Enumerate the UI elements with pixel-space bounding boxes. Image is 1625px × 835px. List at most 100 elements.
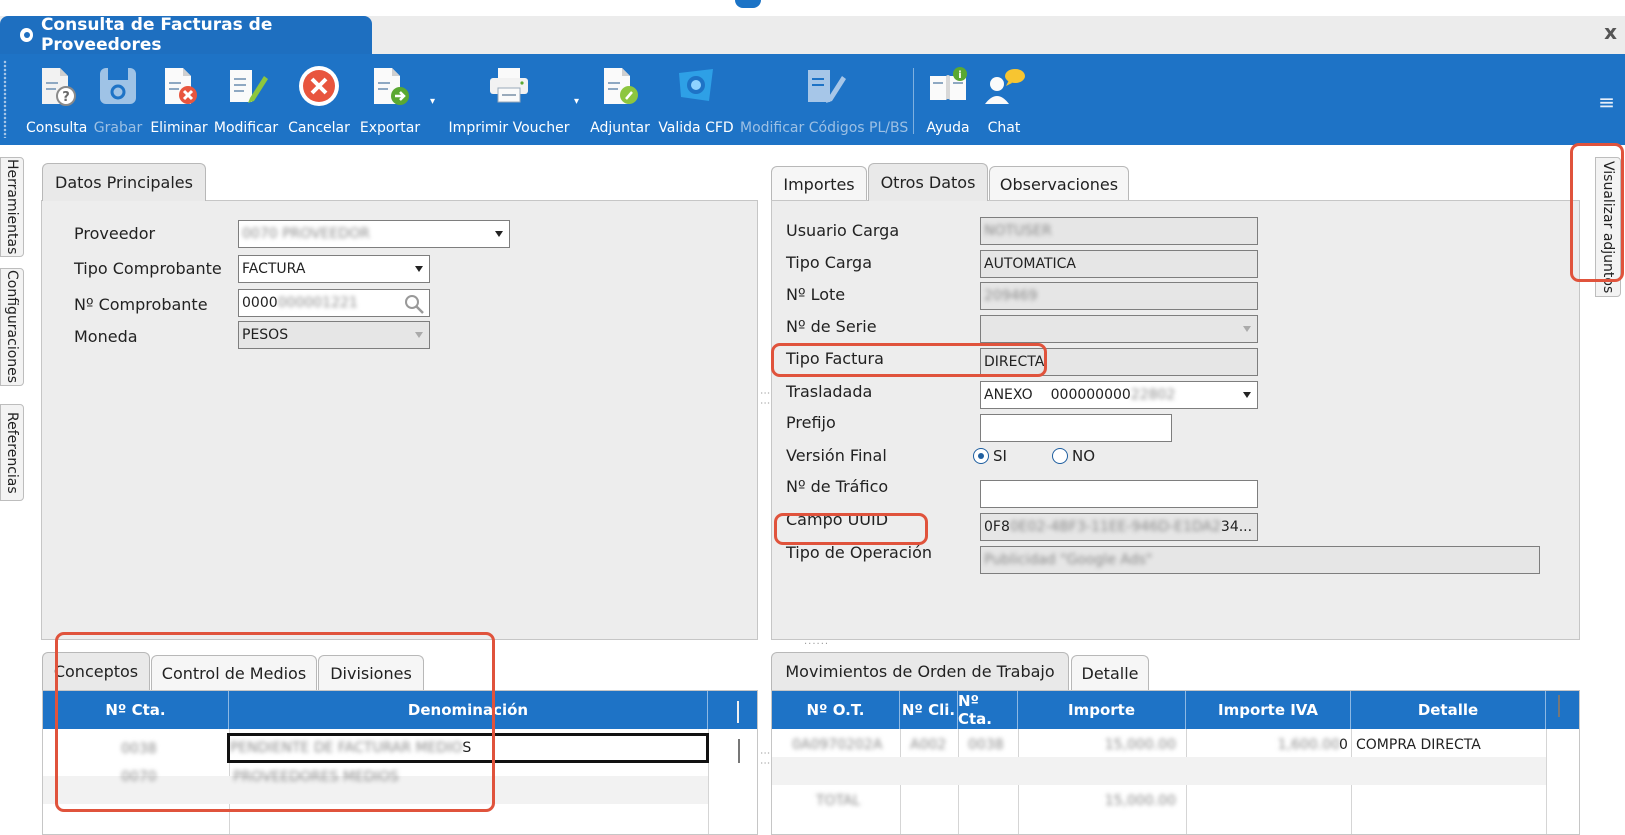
- chat-label: Chat: [987, 120, 1021, 136]
- vertical-splitter[interactable]: ⋮⋮: [759, 748, 770, 768]
- prefijo-input[interactable]: [980, 414, 1172, 442]
- horizontal-splitter[interactable]: ······: [804, 639, 829, 650]
- chat-button[interactable]: Chat: [980, 60, 1028, 142]
- trasladada-prefix: ANEXO: [984, 387, 1033, 403]
- tipo-carga-label: Tipo Carga: [786, 253, 872, 272]
- window-icon: [20, 28, 33, 42]
- adjuntar-button[interactable]: Adjuntar: [588, 60, 652, 142]
- valida-cfd-button[interactable]: Valida CFD: [658, 60, 734, 142]
- tipo-comprobante-value: FACTURA: [242, 261, 306, 277]
- tab-importes[interactable]: Importes: [771, 166, 867, 202]
- side-tab-herramientas[interactable]: Herramientas: [0, 157, 24, 257]
- column-header-cli[interactable]: Nº Cli.: [900, 691, 958, 729]
- tipo-comprobante-select[interactable]: FACTURA: [238, 255, 430, 283]
- tipo-factura-value: DIRECTA: [984, 354, 1045, 370]
- document-edit-icon: [212, 60, 280, 112]
- column-header-ot[interactable]: Nº O.T.: [772, 691, 900, 729]
- column-header-spacer: [1546, 691, 1579, 729]
- cell-denominacion-selected[interactable]: PENDIENTE DE FACTURAR MEDIO S: [227, 733, 709, 763]
- tab-datos-principales-label: Datos Principales: [55, 173, 193, 192]
- ayuda-label: Ayuda: [926, 120, 970, 136]
- imprimir-dropdown-icon[interactable]: ▾: [574, 96, 579, 107]
- grabar-button[interactable]: Grabar: [92, 60, 144, 142]
- cell-cli: A002: [910, 737, 947, 753]
- floppy-disk-icon: [92, 60, 144, 112]
- side-tab-configuraciones[interactable]: Configuraciones: [0, 268, 24, 386]
- tab-detalle-label: Detalle: [1081, 664, 1139, 683]
- version-no-radio[interactable]: NO: [1052, 447, 1095, 465]
- modificar-button[interactable]: Modificar: [212, 60, 280, 142]
- top-strip: [0, 0, 1625, 16]
- ayuda-button[interactable]: i Ayuda: [922, 60, 974, 142]
- serie-select[interactable]: [980, 315, 1258, 343]
- tab-conceptos[interactable]: Conceptos: [42, 652, 150, 690]
- eliminar-button[interactable]: Eliminar: [150, 60, 208, 142]
- tab-detalle[interactable]: Detalle: [1071, 655, 1149, 691]
- datos-principales-panel: Proveedor 0070 PROVEEDOR Tipo Comprobant…: [41, 200, 758, 640]
- column-header-importe[interactable]: Importe: [1018, 691, 1186, 729]
- column-header-cta[interactable]: Nº Cta.: [43, 691, 229, 729]
- cancel-circle-icon: [286, 60, 352, 112]
- proveedor-label: Proveedor: [74, 224, 156, 243]
- version-final-label: Versión Final: [786, 446, 887, 465]
- side-tab-visualizar-label: Visualizar adjuntos: [1600, 160, 1616, 294]
- cancelar-button[interactable]: Cancelar: [286, 60, 352, 142]
- version-si-radio[interactable]: SI: [973, 447, 1007, 465]
- vertical-splitter[interactable]: ⋮⋮: [759, 388, 770, 408]
- moneda-select[interactable]: PESOS: [238, 321, 430, 349]
- column-header-cta[interactable]: Nº Cta.: [958, 691, 1018, 729]
- consulta-button[interactable]: ? Consulta: [26, 60, 88, 142]
- document-delete-icon: [150, 60, 208, 112]
- chevron-down-icon: [1243, 392, 1251, 398]
- toolbar-grip[interactable]: [3, 60, 7, 138]
- toolbar-menu-icon[interactable]: ≡: [1598, 90, 1615, 114]
- help-book-icon: i: [922, 60, 974, 112]
- toolbar: ? Consulta Grabar Eliminar Modificar Can…: [0, 54, 1625, 145]
- side-tab-referencias[interactable]: Referencias: [0, 404, 24, 501]
- validate-cfd-icon: [658, 60, 734, 112]
- close-icon[interactable]: x: [1604, 20, 1617, 44]
- tab-otros-datos[interactable]: Otros Datos: [868, 163, 988, 201]
- cell-ot-total: TOTAL: [816, 793, 861, 809]
- tipo-factura-label: Tipo Factura: [786, 349, 884, 368]
- tab-otros-datos-label: Otros Datos: [880, 173, 976, 192]
- tab-observaciones-label: Observaciones: [999, 175, 1119, 194]
- cell-denominacion: PROVEEDORES MEDIOS: [233, 769, 399, 785]
- tab-divisiones[interactable]: Divisiones: [318, 655, 424, 691]
- window-drag-handle[interactable]: [735, 0, 761, 8]
- version-no-label: NO: [1072, 447, 1096, 465]
- scrollbar-thumb[interactable]: [1558, 695, 1560, 717]
- trafico-input[interactable]: [980, 480, 1258, 508]
- scrollbar-thumb[interactable]: [738, 739, 740, 763]
- cell-importe-iva-end: 0: [1339, 737, 1348, 753]
- column-divider: [1546, 729, 1547, 834]
- tab-control-medios[interactable]: Control de Medios: [151, 655, 317, 691]
- cell-cta: 0070: [121, 769, 157, 785]
- imprimir-voucher-button[interactable]: Imprimir Voucher: [446, 60, 572, 142]
- numero-comprobante-input[interactable]: 0000 000001221: [238, 289, 430, 317]
- tab-datos-principales[interactable]: Datos Principales: [42, 163, 206, 201]
- column-header-importe-iva[interactable]: Importe IVA: [1186, 691, 1351, 729]
- side-tab-visualizar-adjuntos[interactable]: Visualizar adjuntos: [1595, 157, 1621, 297]
- scrollbar[interactable]: [737, 701, 739, 723]
- trasladada-select[interactable]: ANEXO 000000000 22802: [980, 381, 1258, 409]
- cell-cta: 0038: [121, 741, 157, 757]
- modificar-codigos-label: Modificar Códigos PL/BS: [740, 120, 909, 136]
- consulta-label: Consulta: [26, 120, 88, 136]
- column-header-denominacion[interactable]: Denominación: [229, 691, 708, 729]
- tab-movimientos[interactable]: Movimientos de Orden de Trabajo: [771, 652, 1069, 690]
- uuid-label: Campo UUID: [786, 510, 889, 529]
- window-tab[interactable]: Consulta de Facturas de Proveedores: [0, 15, 372, 55]
- chevron-down-icon: [1243, 326, 1251, 332]
- column-header-spacer: [708, 691, 757, 729]
- exportar-dropdown-icon[interactable]: ▾: [430, 96, 435, 107]
- numero-comprobante-value: 0000: [242, 295, 278, 311]
- modificar-codigos-button[interactable]: Modificar Códigos PL/BS: [740, 60, 908, 142]
- column-header-detalle[interactable]: Detalle: [1351, 691, 1546, 729]
- lote-label: Nº Lote: [786, 285, 846, 304]
- proveedor-select[interactable]: 0070 PROVEEDOR: [238, 220, 510, 248]
- tab-observaciones[interactable]: Observaciones: [989, 166, 1129, 202]
- search-icon[interactable]: [403, 293, 425, 315]
- trasladada-label: Trasladada: [786, 382, 873, 401]
- exportar-button[interactable]: Exportar: [358, 60, 422, 142]
